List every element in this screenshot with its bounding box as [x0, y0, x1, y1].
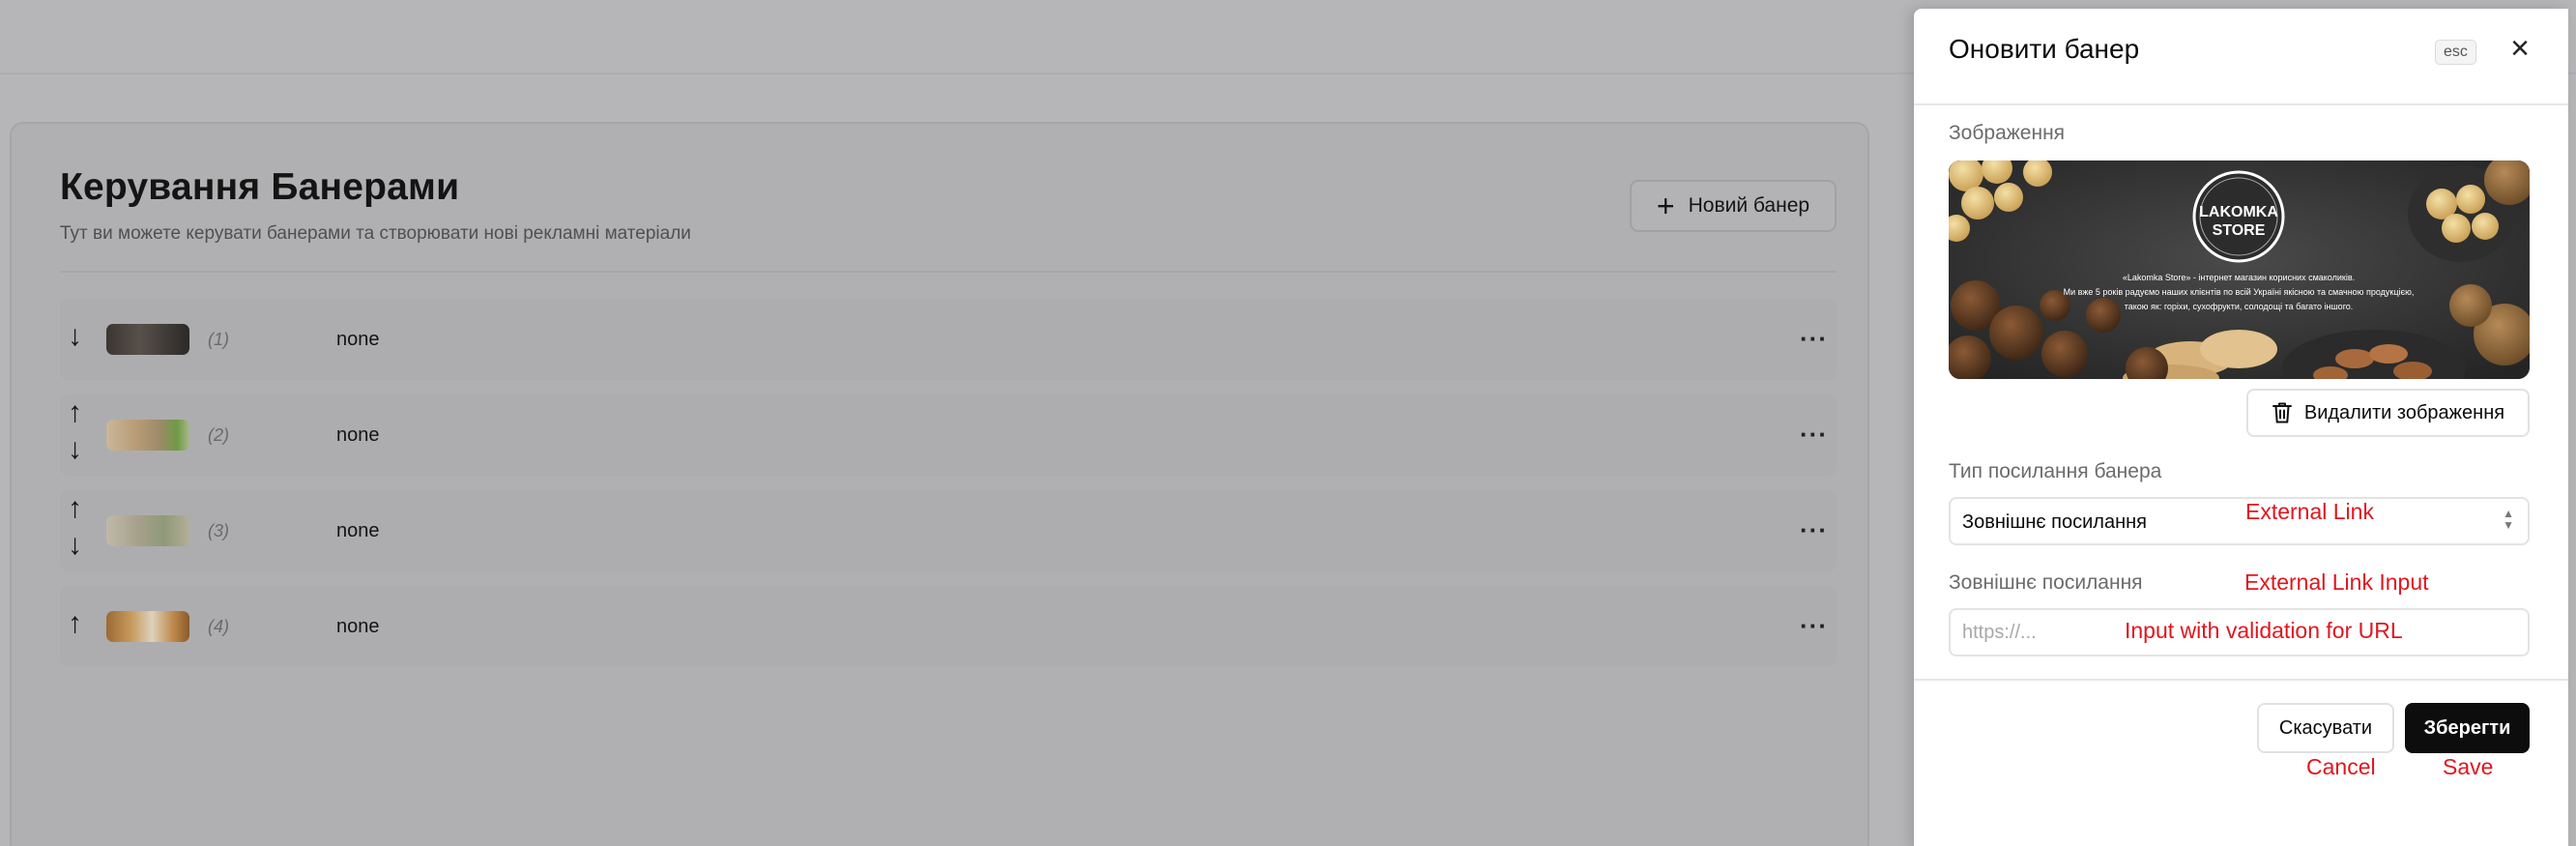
save-button[interactable]: Зберегти — [2405, 703, 2530, 753]
image-caption-2: Ми вже 5 років радуємо наших клієнтів по… — [2064, 287, 2415, 297]
arrow-up-icon[interactable]: ↑ — [68, 494, 82, 523]
more-options-icon[interactable]: ··· — [1800, 324, 1828, 354]
banner-link-value: none — [336, 520, 380, 541]
banner-thumbnail — [106, 515, 189, 546]
reorder-controls: ↑ ↓ — [60, 394, 102, 476]
more-options-icon[interactable]: ··· — [1800, 420, 1828, 450]
banner-image: LAKOMKA STORE «Lakomka Store» - інтернет… — [1949, 160, 2530, 379]
logo-line1: LAKOMKA — [2199, 204, 2278, 220]
banner-link-value: none — [336, 424, 380, 446]
banner-link-value: none — [336, 329, 380, 350]
new-banner-label: Новий банер — [1688, 194, 1810, 217]
arrow-up-icon[interactable]: ↑ — [68, 609, 82, 638]
image-label: Зображення — [1949, 122, 2066, 144]
banner-link-value: none — [336, 616, 380, 637]
reorder-controls: ↑ ↓ — [60, 490, 102, 571]
drawer-header-divider — [1914, 103, 2568, 105]
esc-key-hint: esc — [2435, 40, 2476, 65]
more-options-icon[interactable]: ··· — [1800, 611, 1828, 641]
external-link-label: Зовнішнє посилання — [1949, 571, 2143, 594]
link-type-value: Зовнішнє посилання — [1962, 511, 2148, 533]
more-options-icon[interactable]: ··· — [1800, 515, 1828, 545]
page-title: Керування Банерами — [60, 166, 460, 208]
link-type-label: Тип посилання банера — [1949, 460, 2162, 482]
drawer-footer-divider — [1914, 679, 2568, 681]
annotation-external-link: External Link — [2245, 499, 2374, 524]
banner-row: ↑ (4) none ··· — [60, 586, 1837, 667]
reorder-controls: ↓ — [60, 299, 102, 380]
delete-image-label: Видалити зображення — [2303, 401, 2505, 423]
image-caption-3: такою як: горіхи, сухофрукти, солодощі т… — [2125, 302, 2354, 311]
arrow-down-icon[interactable]: ↓ — [68, 435, 82, 464]
banner-row: ↑ ↓ (3) none ··· — [60, 490, 1837, 571]
logo-line2: STORE — [2213, 222, 2266, 239]
arrow-down-icon[interactable]: ↓ — [68, 322, 82, 351]
banner-index: (3) — [208, 521, 229, 540]
banner-row: ↑ ↓ (2) none ··· — [60, 394, 1837, 476]
new-banner-button[interactable]: + Новий банер — [1630, 180, 1837, 232]
select-chevron-icon: ▲ ▼ — [2503, 507, 2514, 532]
banner-image-preview: LAKOMKA STORE «Lakomka Store» - інтернет… — [1949, 160, 2530, 379]
annotation-external-link-input: External Link Input — [2244, 569, 2429, 595]
banner-row: ↓ (1) none ··· — [60, 299, 1837, 380]
trash-icon — [2272, 402, 2292, 423]
delete-image-button[interactable]: Видалити зображення — [2246, 389, 2530, 437]
arrow-down-icon[interactable]: ↓ — [68, 531, 82, 560]
banner-thumbnail — [106, 420, 189, 451]
annotation-save: Save — [2443, 754, 2494, 779]
divider — [60, 271, 1837, 273]
banner-thumbnail — [106, 611, 189, 642]
arrow-up-icon[interactable]: ↑ — [68, 398, 82, 427]
banner-management-panel: Керування Банерами Тут ви можете керуват… — [10, 122, 1869, 846]
reorder-controls: ↑ — [60, 586, 102, 667]
banner-thumbnail — [106, 324, 189, 355]
drawer-title: Оновити банер — [1949, 34, 2140, 64]
image-caption-1: «Lakomka Store» - інтернет магазин корис… — [2123, 273, 2355, 282]
update-banner-drawer: Оновити банер esc × Зображення LAKOMKA S… — [1914, 9, 2568, 846]
banner-index: (1) — [208, 330, 229, 349]
annotation-cancel: Cancel — [2306, 754, 2376, 779]
page-subtitle: Тут ви можете керувати банерами та створ… — [60, 223, 691, 244]
link-type-select[interactable]: Зовнішнє посилання ▲ ▼ — [1949, 497, 2530, 545]
close-icon[interactable]: × — [2504, 32, 2536, 65]
plus-icon: + — [1656, 189, 1675, 223]
banner-index: (4) — [208, 617, 229, 636]
annotation-input-validation: Input with validation for URL — [2125, 618, 2403, 643]
banner-index: (2) — [208, 425, 229, 445]
cancel-button[interactable]: Скасувати — [2257, 703, 2394, 753]
